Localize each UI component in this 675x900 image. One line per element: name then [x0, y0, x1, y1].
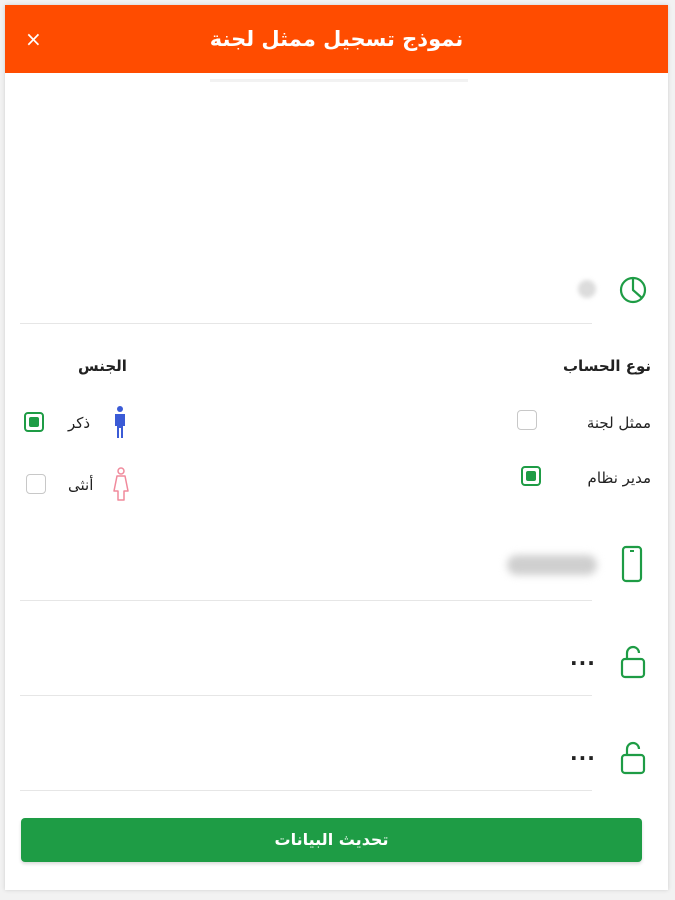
update-data-button[interactable]: تحديث البيانات [21, 818, 642, 862]
account-type-admin-label: مدير نظام [587, 469, 651, 487]
gender-male-checkbox[interactable] [24, 412, 44, 432]
header-underline [210, 79, 468, 82]
gender-female-label: أنثى [68, 476, 94, 494]
female-icon [113, 467, 129, 501]
gender-title: الجنس [78, 357, 127, 375]
avatar-placeholder [578, 280, 596, 298]
account-type-title: نوع الحساب [562, 357, 651, 375]
phone-number-field[interactable] [507, 555, 597, 575]
close-icon[interactable]: × [25, 5, 42, 73]
pie-chart-icon [619, 276, 647, 304]
unlock-icon [620, 645, 646, 679]
account-type-committee-label: ممثل لجنة [586, 414, 651, 432]
divider [20, 600, 592, 601]
divider [20, 323, 592, 324]
divider [20, 695, 592, 696]
password-field[interactable]: ··· [570, 651, 596, 675]
gender-female-checkbox[interactable] [26, 474, 46, 494]
modal-header: نموذج تسجيل ممثل لجنة × [5, 5, 668, 73]
modal-title: نموذج تسجيل ممثل لجنة [209, 27, 464, 51]
unlock-icon [620, 741, 646, 775]
confirm-password-field[interactable]: ··· [570, 746, 596, 770]
account-type-admin-checkbox[interactable] [521, 466, 541, 486]
registration-modal: نموذج تسجيل ممثل لجنة × [5, 5, 668, 890]
divider [20, 790, 592, 791]
account-type-committee-checkbox[interactable] [517, 410, 537, 430]
gender-male-label: ذكر [68, 414, 91, 432]
phone-icon [621, 545, 643, 583]
male-icon [115, 406, 125, 438]
